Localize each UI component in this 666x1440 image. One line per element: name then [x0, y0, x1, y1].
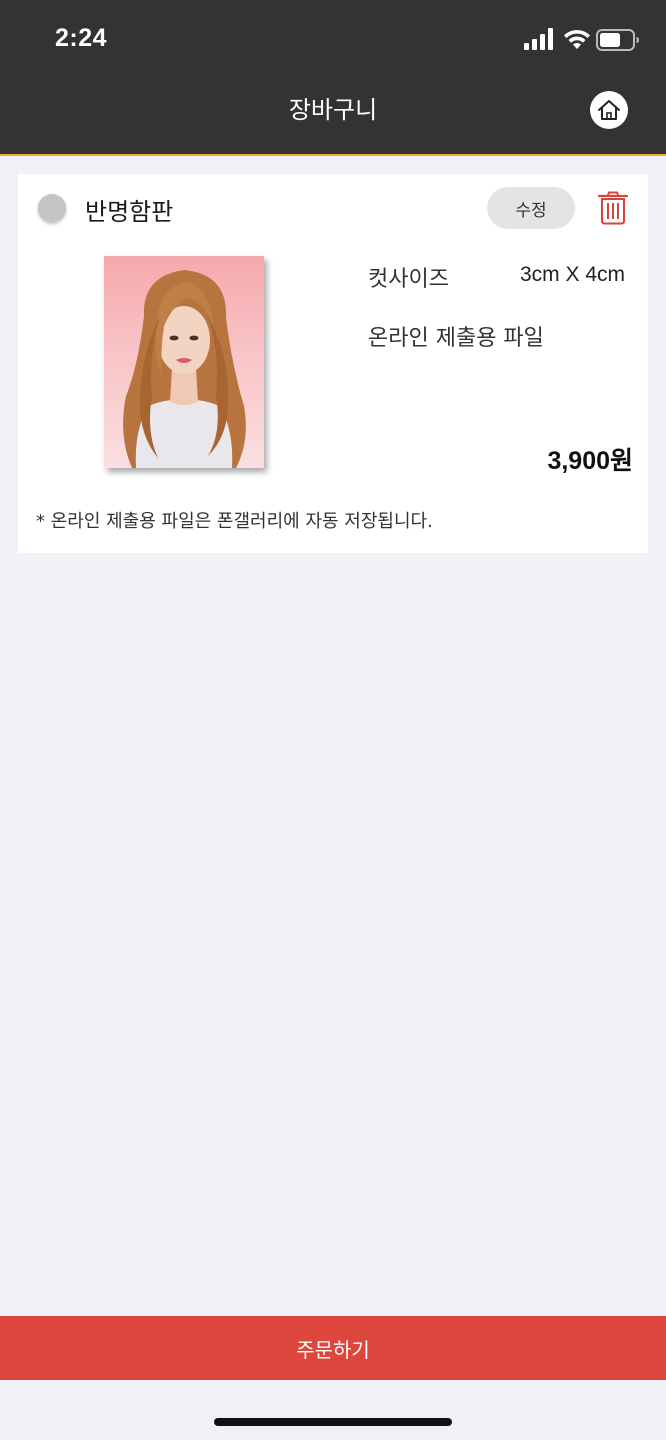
cart-item-card: 반명함판 수정 컷사이즈 3cm X 4cm 온라인 제출용 파일 3,900원…: [18, 174, 648, 553]
product-photo: [104, 256, 264, 468]
product-name: 반명함판: [85, 198, 174, 226]
file-type: 온라인 제출용 파일: [368, 326, 544, 351]
battery-icon: [596, 29, 639, 51]
portrait-image: [123, 270, 246, 468]
notice-text: * 온라인 제출용 파일은 폰갤러리에 자동 저장됩니다.: [36, 511, 433, 532]
edit-button[interactable]: 수정: [487, 187, 575, 229]
home-icon: [598, 100, 620, 120]
select-radio[interactable]: [38, 194, 66, 222]
price: 3,900원: [547, 447, 633, 475]
cellular-signal-icon: [524, 28, 553, 50]
order-button[interactable]: 주문하기: [0, 1316, 666, 1380]
option-label: 컷사이즈: [368, 267, 449, 292]
wifi-icon: [564, 29, 590, 49]
status-time: 2:24: [55, 24, 108, 52]
home-button[interactable]: [590, 91, 628, 129]
option-value: 3cm X 4cm: [520, 263, 626, 286]
trash-icon[interactable]: [598, 191, 628, 225]
app-header: 2:24 장바구니: [0, 0, 666, 156]
page-title: 장바구니: [288, 96, 378, 124]
home-indicator: [214, 1418, 452, 1426]
